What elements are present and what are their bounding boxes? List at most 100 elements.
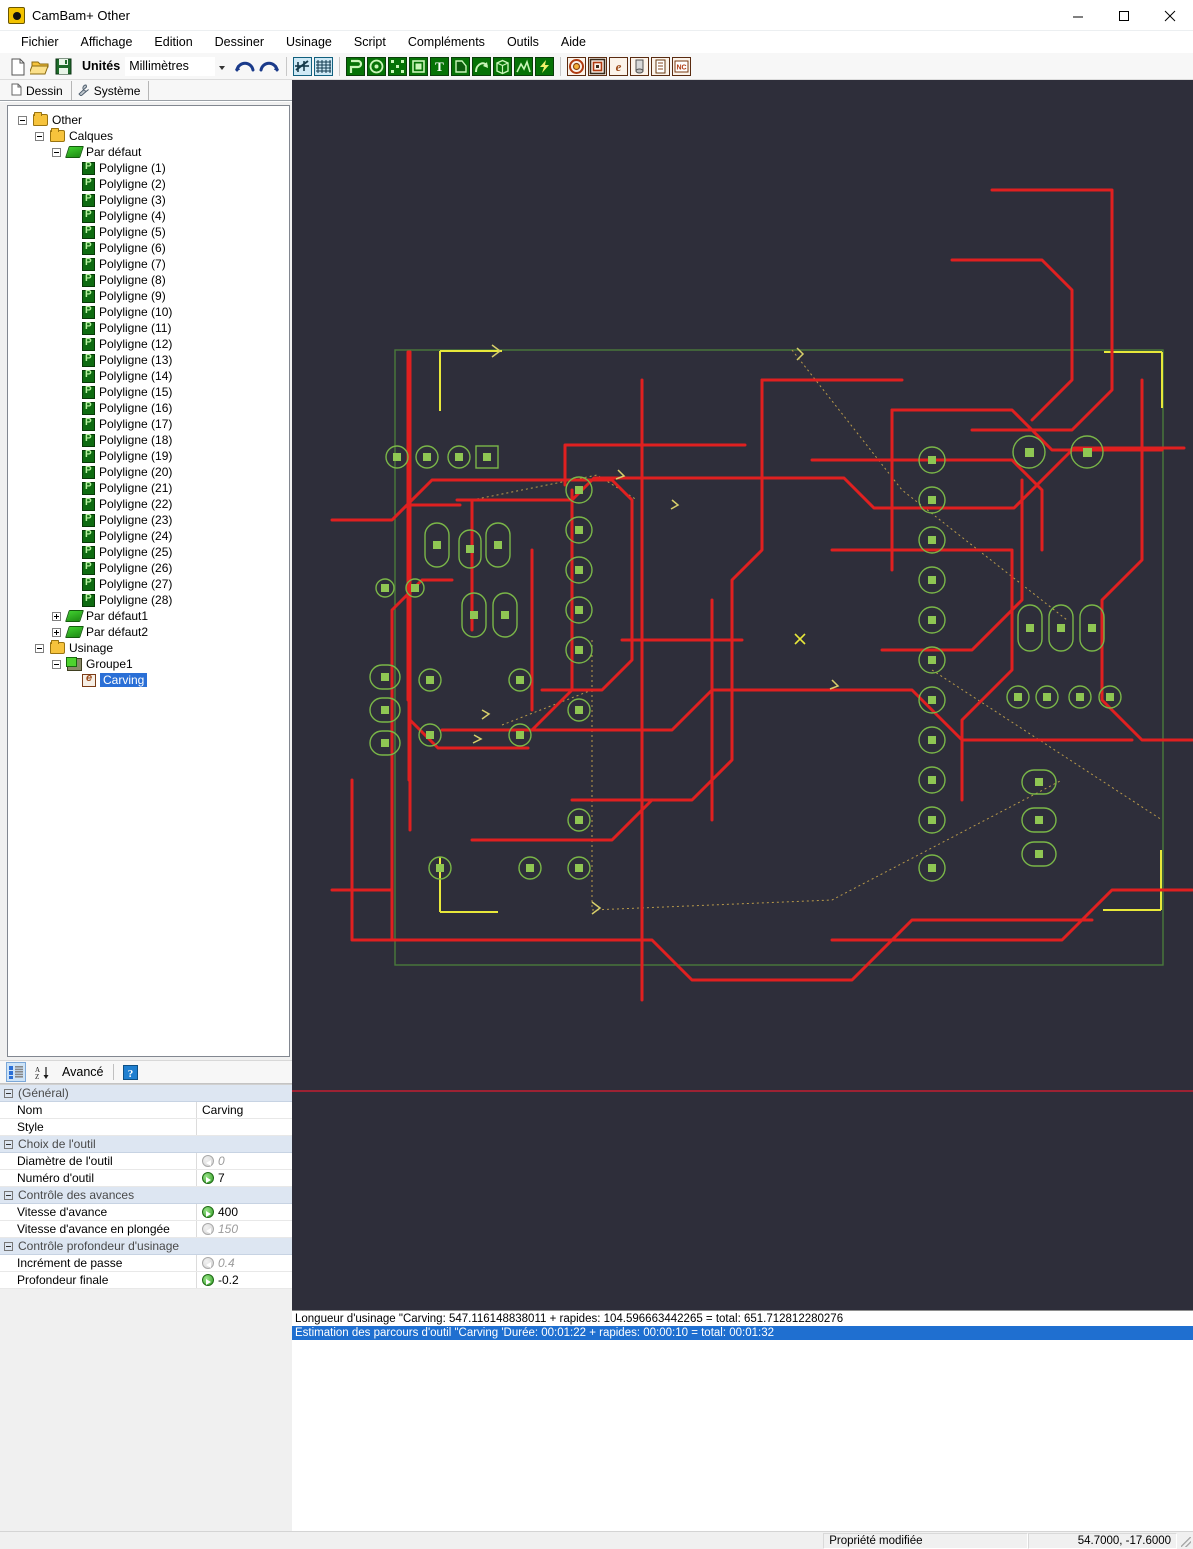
property-value-cell[interactable]: -0.2 xyxy=(197,1273,292,1287)
log-panel[interactable]: Longueur d'usinage "Carving: 547.1161488… xyxy=(292,1310,1193,1531)
engrave-mop-icon[interactable]: e xyxy=(609,56,629,76)
property-value-cell[interactable]: Carving xyxy=(197,1103,292,1117)
draw-text-icon[interactable]: T xyxy=(430,56,450,76)
pocket-mop-icon[interactable] xyxy=(588,56,608,76)
tree-node-polyline[interactable]: Polyligne (24) xyxy=(18,528,289,544)
property-value-cell[interactable]: 150 xyxy=(197,1222,292,1236)
expander-icon[interactable] xyxy=(18,114,31,127)
object-tree-panel[interactable]: Other Calques Par défaut Polyligne (1)Po… xyxy=(7,105,290,1057)
tree-node-polyline[interactable]: Polyligne (6) xyxy=(18,240,289,256)
value-inherited-icon[interactable] xyxy=(202,1223,214,1235)
menu-dessiner[interactable]: Dessiner xyxy=(204,33,275,51)
tree-node-machining-group[interactable]: Groupe1 xyxy=(18,656,289,672)
tree-node-polyline[interactable]: Polyligne (17) xyxy=(18,416,289,432)
property-advanced-label[interactable]: Avancé xyxy=(58,1065,107,1079)
tree-node-polyline[interactable]: Polyligne (12) xyxy=(18,336,289,352)
tree-node-polyline[interactable]: Polyligne (7) xyxy=(18,256,289,272)
menu-complements[interactable]: Compléments xyxy=(397,33,496,51)
grid-icon[interactable] xyxy=(314,56,334,76)
help-icon[interactable]: ? xyxy=(120,1062,140,1082)
property-category[interactable]: Contrôle des avances xyxy=(0,1187,292,1204)
categorized-view-icon[interactable] xyxy=(6,1062,26,1082)
tree-node-polyline[interactable]: Polyligne (15) xyxy=(18,384,289,400)
draw-surface-icon[interactable] xyxy=(451,56,471,76)
tree-node-polyline[interactable]: Polyligne (20) xyxy=(18,464,289,480)
tree-node-root[interactable]: Other xyxy=(18,112,289,128)
property-category[interactable]: Contrôle profondeur d'usinage xyxy=(0,1238,292,1255)
tree-node-polyline[interactable]: Polyligne (11) xyxy=(18,320,289,336)
sort-alphabetical-icon[interactable]: AZ xyxy=(32,1062,52,1082)
draw-cube-icon[interactable] xyxy=(493,56,513,76)
property-row[interactable]: Numéro d'outil 7 xyxy=(0,1170,292,1187)
menu-script[interactable]: Script xyxy=(343,33,397,51)
property-row[interactable]: Style xyxy=(0,1119,292,1136)
tree-node-polyline[interactable]: Polyligne (5) xyxy=(18,224,289,240)
tab-systeme[interactable]: Système xyxy=(72,81,150,100)
expander-icon[interactable] xyxy=(52,658,65,671)
profile-mop-icon[interactable] xyxy=(567,56,587,76)
save-file-icon[interactable] xyxy=(53,56,74,77)
drill-mop-icon[interactable] xyxy=(630,56,650,76)
tree-node-layer-1[interactable]: Par défaut1 xyxy=(18,608,289,624)
expander-icon[interactable] xyxy=(52,610,65,623)
tree-node-mop-carving[interactable]: Carving xyxy=(18,672,289,688)
property-value-cell[interactable]: 400 xyxy=(197,1205,292,1219)
property-grid[interactable]: (Général) Nom Carving Style Choix de l'outil… xyxy=(0,1084,292,1289)
tree-node-polyline[interactable]: Polyligne (9) xyxy=(18,288,289,304)
menu-affichage[interactable]: Affichage xyxy=(70,33,144,51)
expander-icon[interactable] xyxy=(4,1241,13,1251)
expander-icon[interactable] xyxy=(52,146,65,159)
value-set-icon[interactable] xyxy=(202,1274,214,1286)
property-row[interactable]: Vitesse d'avance en plongée 150 xyxy=(0,1221,292,1238)
tree-node-polyline[interactable]: Polyligne (28) xyxy=(18,592,289,608)
tree-node-polyline[interactable]: Polyligne (19) xyxy=(18,448,289,464)
tree-node-polyline[interactable]: Polyligne (23) xyxy=(18,512,289,528)
cad-viewport-lower[interactable] xyxy=(292,1082,1193,1310)
close-button[interactable] xyxy=(1147,0,1193,31)
expander-icon[interactable] xyxy=(35,130,48,143)
value-set-icon[interactable] xyxy=(202,1206,214,1218)
expander-icon[interactable] xyxy=(4,1139,13,1149)
tree-node-polyline[interactable]: Polyligne (13) xyxy=(18,352,289,368)
tree-node-polyline[interactable]: Polyligne (1) xyxy=(18,160,289,176)
property-value-cell[interactable]: 7 xyxy=(197,1171,292,1185)
property-row[interactable]: Incrément de passe 0.4 xyxy=(0,1255,292,1272)
tree-node-layer-2[interactable]: Par défaut2 xyxy=(18,624,289,640)
menu-edition[interactable]: Edition xyxy=(143,33,203,51)
property-row[interactable]: Nom Carving xyxy=(0,1102,292,1119)
menu-fichier[interactable]: Fichier xyxy=(10,33,70,51)
tree-node-polyline[interactable]: Polyligne (21) xyxy=(18,480,289,496)
expander-icon[interactable] xyxy=(4,1190,13,1200)
property-value-cell[interactable]: 0.4 xyxy=(197,1256,292,1270)
tree-node-polyline[interactable]: Polyligne (18) xyxy=(18,432,289,448)
draw-region-icon[interactable] xyxy=(514,56,534,76)
tree-node-machining[interactable]: Usinage xyxy=(18,640,289,656)
value-inherited-icon[interactable] xyxy=(202,1155,214,1167)
maximize-button[interactable] xyxy=(1101,0,1147,31)
draw-rectangle-icon[interactable] xyxy=(409,56,429,76)
tree-node-polyline[interactable]: Polyligne (22) xyxy=(18,496,289,512)
tree-node-layers[interactable]: Calques xyxy=(18,128,289,144)
tree-node-polyline[interactable]: Polyligne (8) xyxy=(18,272,289,288)
property-category[interactable]: (Général) xyxy=(0,1085,292,1102)
tree-node-polyline[interactable]: Polyligne (25) xyxy=(18,544,289,560)
expander-icon[interactable] xyxy=(35,642,48,655)
undo-icon[interactable] xyxy=(234,56,256,77)
tree-node-polyline[interactable]: Polyligne (4) xyxy=(18,208,289,224)
expander-icon[interactable] xyxy=(52,626,65,639)
draw-points-icon[interactable] xyxy=(388,56,408,76)
tree-node-polyline[interactable]: Polyligne (3) xyxy=(18,192,289,208)
value-set-icon[interactable] xyxy=(202,1172,214,1184)
units-combo[interactable]: Millimètres xyxy=(125,56,216,76)
draw-circle-icon[interactable] xyxy=(367,56,387,76)
property-category[interactable]: Choix de l'outil xyxy=(0,1136,292,1153)
property-value-cell[interactable]: 0 xyxy=(197,1154,292,1168)
tab-dessin[interactable]: Dessin xyxy=(6,81,72,100)
quick-op-icon[interactable] xyxy=(535,56,555,76)
new-document-icon[interactable] xyxy=(7,56,28,77)
log-line-estimate[interactable]: Estimation des parcours d'outil "Carving… xyxy=(292,1326,1193,1340)
draw-polyline-icon[interactable] xyxy=(346,56,366,76)
draw-arc-icon[interactable] xyxy=(472,56,492,76)
tree-node-polyline[interactable]: Polyligne (10) xyxy=(18,304,289,320)
menu-outils[interactable]: Outils xyxy=(496,33,550,51)
